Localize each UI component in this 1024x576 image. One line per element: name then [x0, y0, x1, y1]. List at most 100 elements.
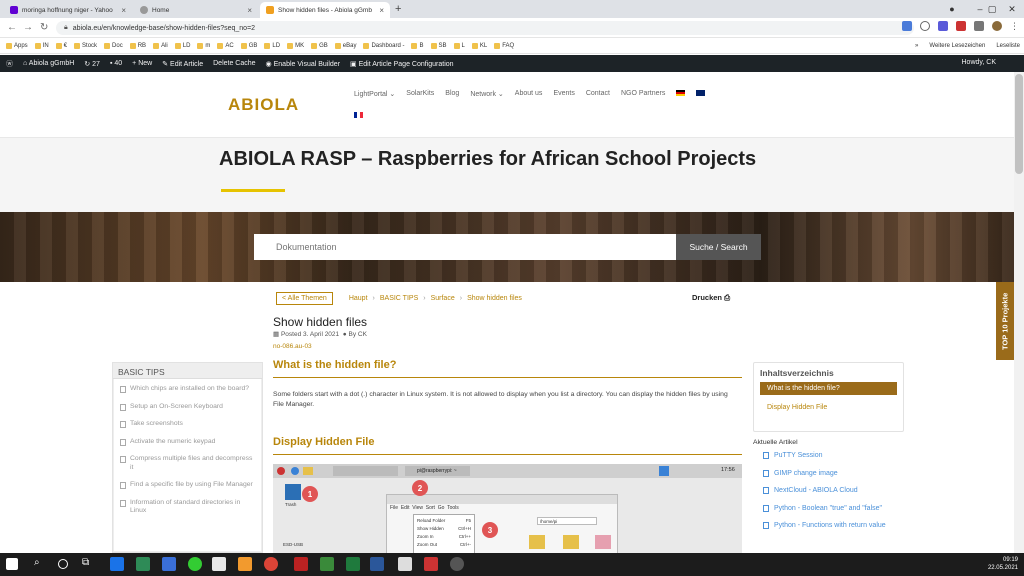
- comments-link[interactable]: ▪ 40: [110, 60, 122, 67]
- sidebar-item[interactable]: Setup an On-Screen Keyboard: [120, 403, 261, 412]
- bookmark-item[interactable]: SB: [430, 42, 447, 49]
- reload-icon[interactable]: ↻: [40, 22, 48, 33]
- toc-item[interactable]: Display Hidden File: [760, 401, 897, 414]
- bookmark-item[interactable]: Ali: [153, 42, 168, 49]
- bookmark-item[interactable]: Leseliste: [996, 43, 1020, 49]
- url-field[interactable]: 🔒︎ abiola.eu/en/knowledge-base/show-hidd…: [56, 21, 914, 35]
- menu-item-blog[interactable]: Blog: [445, 90, 459, 98]
- menu-item-ngo[interactable]: NGO Partners: [621, 90, 665, 98]
- browser-tab-active[interactable]: Show hidden files - Abiola gGmb ×: [260, 2, 390, 18]
- edge-icon[interactable]: [110, 557, 124, 571]
- forward-icon[interactable]: →: [23, 22, 33, 33]
- browser-tab-home[interactable]: Home ×: [134, 2, 258, 18]
- app-icon[interactable]: [450, 557, 464, 571]
- french-flag-icon[interactable]: [354, 112, 363, 118]
- app-icon[interactable]: [136, 557, 150, 571]
- avatar[interactable]: [992, 21, 1002, 31]
- bookmark-item[interactable]: Stock: [74, 42, 97, 49]
- breadcrumb-item[interactable]: Show hidden files: [467, 295, 522, 302]
- scrollbar-thumb[interactable]: [1015, 74, 1023, 174]
- chrome-icon[interactable]: [264, 557, 278, 571]
- extension-icon[interactable]: [938, 21, 948, 31]
- bookmark-item[interactable]: GB: [240, 42, 257, 49]
- german-flag-icon[interactable]: [676, 90, 686, 96]
- sidebar-item[interactable]: Take screenshots: [120, 420, 261, 429]
- sidebar-item[interactable]: Activate the numeric keypad: [120, 438, 261, 447]
- visual-builder-link[interactable]: ◉ Enable Visual Builder: [266, 60, 340, 68]
- site-logo[interactable]: ABIOLA: [228, 95, 299, 115]
- bookmark-item[interactable]: IN: [34, 42, 49, 49]
- breadcrumb-item[interactable]: BASIC TIPS: [380, 295, 418, 302]
- new-link[interactable]: + New: [132, 60, 152, 67]
- menu-item-events[interactable]: Events: [553, 90, 574, 98]
- sidebar-item[interactable]: Compress multiple files and decompress i…: [120, 455, 261, 472]
- new-tab-icon[interactable]: +: [395, 3, 401, 15]
- bookmark-item[interactable]: LD: [174, 42, 190, 49]
- bookmark-item[interactable]: €: [55, 42, 67, 49]
- recent-article-link[interactable]: NextCloud - ABIOLA Cloud: [763, 487, 858, 494]
- app-icon[interactable]: [398, 557, 412, 571]
- task-view-icon[interactable]: ⧉: [82, 557, 96, 571]
- wordpress-icon[interactable]: ⓦ: [6, 59, 13, 69]
- search-icon[interactable]: ⌕: [34, 557, 48, 571]
- all-topics-button[interactable]: < Alle Themen: [276, 292, 333, 305]
- updates-link[interactable]: ↻ 27: [84, 60, 100, 68]
- back-icon[interactable]: ←: [7, 22, 17, 33]
- howdy-user[interactable]: Howdy, CK: [962, 59, 997, 66]
- menu-item-about[interactable]: About us: [515, 90, 543, 98]
- search-button[interactable]: Suche / Search: [676, 234, 761, 260]
- top10-projects-tab[interactable]: TOP 10 Projekte: [996, 282, 1014, 360]
- bookmark-item[interactable]: GB: [311, 42, 328, 49]
- bookmark-item[interactable]: L: [453, 42, 465, 49]
- bookmark-item[interactable]: AC: [217, 42, 234, 49]
- close-tab-icon[interactable]: ×: [121, 6, 126, 15]
- close-tab-icon[interactable]: ×: [379, 6, 384, 15]
- app-icon[interactable]: [162, 557, 176, 571]
- bookmark-item[interactable]: Dashboard -: [363, 42, 404, 49]
- recent-article-link[interactable]: Python - Functions with return value: [763, 522, 886, 529]
- translate-icon[interactable]: [902, 21, 912, 31]
- windows-start-icon[interactable]: [6, 558, 18, 570]
- close-window-icon[interactable]: ✕: [1000, 0, 1024, 18]
- breadcrumb-item[interactable]: Haupt: [349, 295, 368, 302]
- extension-icon[interactable]: [956, 21, 966, 31]
- bookmark-item[interactable]: Doc: [104, 42, 123, 49]
- bookmark-item[interactable]: m: [197, 42, 210, 49]
- close-tab-icon[interactable]: ×: [247, 6, 252, 15]
- site-name-link[interactable]: ⌂ Abiola gGmbH: [23, 60, 74, 67]
- bookmark-item[interactable]: Apps: [6, 42, 28, 49]
- english-flag-icon[interactable]: [696, 90, 706, 96]
- browser-tab-yahoo[interactable]: moringa hoffnung niger - Yahoo ×: [4, 2, 132, 18]
- toc-item[interactable]: What is the hidden file?: [760, 382, 897, 395]
- menu-item-network[interactable]: Network ⌄: [470, 90, 503, 98]
- bookmark-item[interactable]: eBay: [334, 42, 356, 49]
- edit-article-link[interactable]: ✎ Edit Article: [162, 60, 203, 68]
- recent-article-link[interactable]: PuTTY Session: [763, 452, 823, 459]
- bookmark-star-icon[interactable]: [920, 21, 930, 31]
- bookmark-item[interactable]: KL: [471, 42, 487, 49]
- bookmark-item[interactable]: Weitere Lesezeichen: [929, 43, 985, 49]
- menu-item-solarkits[interactable]: SolarKits: [406, 90, 434, 98]
- sidebar-item[interactable]: Information of standard directories in L…: [120, 499, 261, 516]
- outlook-icon[interactable]: [238, 557, 252, 571]
- bookmark-item[interactable]: FAQ: [494, 42, 514, 49]
- word-icon[interactable]: [370, 557, 384, 571]
- menu-item-contact[interactable]: Contact: [586, 90, 610, 98]
- bookmark-item[interactable]: LD: [264, 42, 280, 49]
- bookmark-item[interactable]: MK: [287, 42, 304, 49]
- sidebar-item[interactable]: Find a specific file by using File Manag…: [120, 481, 261, 490]
- cortana-icon[interactable]: [58, 559, 68, 569]
- menu-kebab-icon[interactable]: ⋮: [1010, 21, 1020, 31]
- search-input[interactable]: [254, 234, 676, 260]
- bookmark-item[interactable]: B: [411, 42, 424, 49]
- app-icon[interactable]: [320, 557, 334, 571]
- recent-article-link[interactable]: Python - Boolean "true" and "false": [763, 505, 882, 512]
- sidebar-item[interactable]: Which chips are installed on the board?: [120, 385, 261, 394]
- page-config-link[interactable]: ▣ Edit Article Page Configuration: [350, 60, 454, 68]
- profile-icon[interactable]: ●: [938, 0, 966, 18]
- app-icon[interactable]: [188, 557, 202, 571]
- taskbar-clock[interactable]: 09:19 22.05.2021: [988, 556, 1018, 572]
- bookmark-item[interactable]: »: [915, 43, 918, 49]
- app-icon[interactable]: [212, 557, 226, 571]
- recent-article-link[interactable]: GIMP change image: [763, 470, 838, 477]
